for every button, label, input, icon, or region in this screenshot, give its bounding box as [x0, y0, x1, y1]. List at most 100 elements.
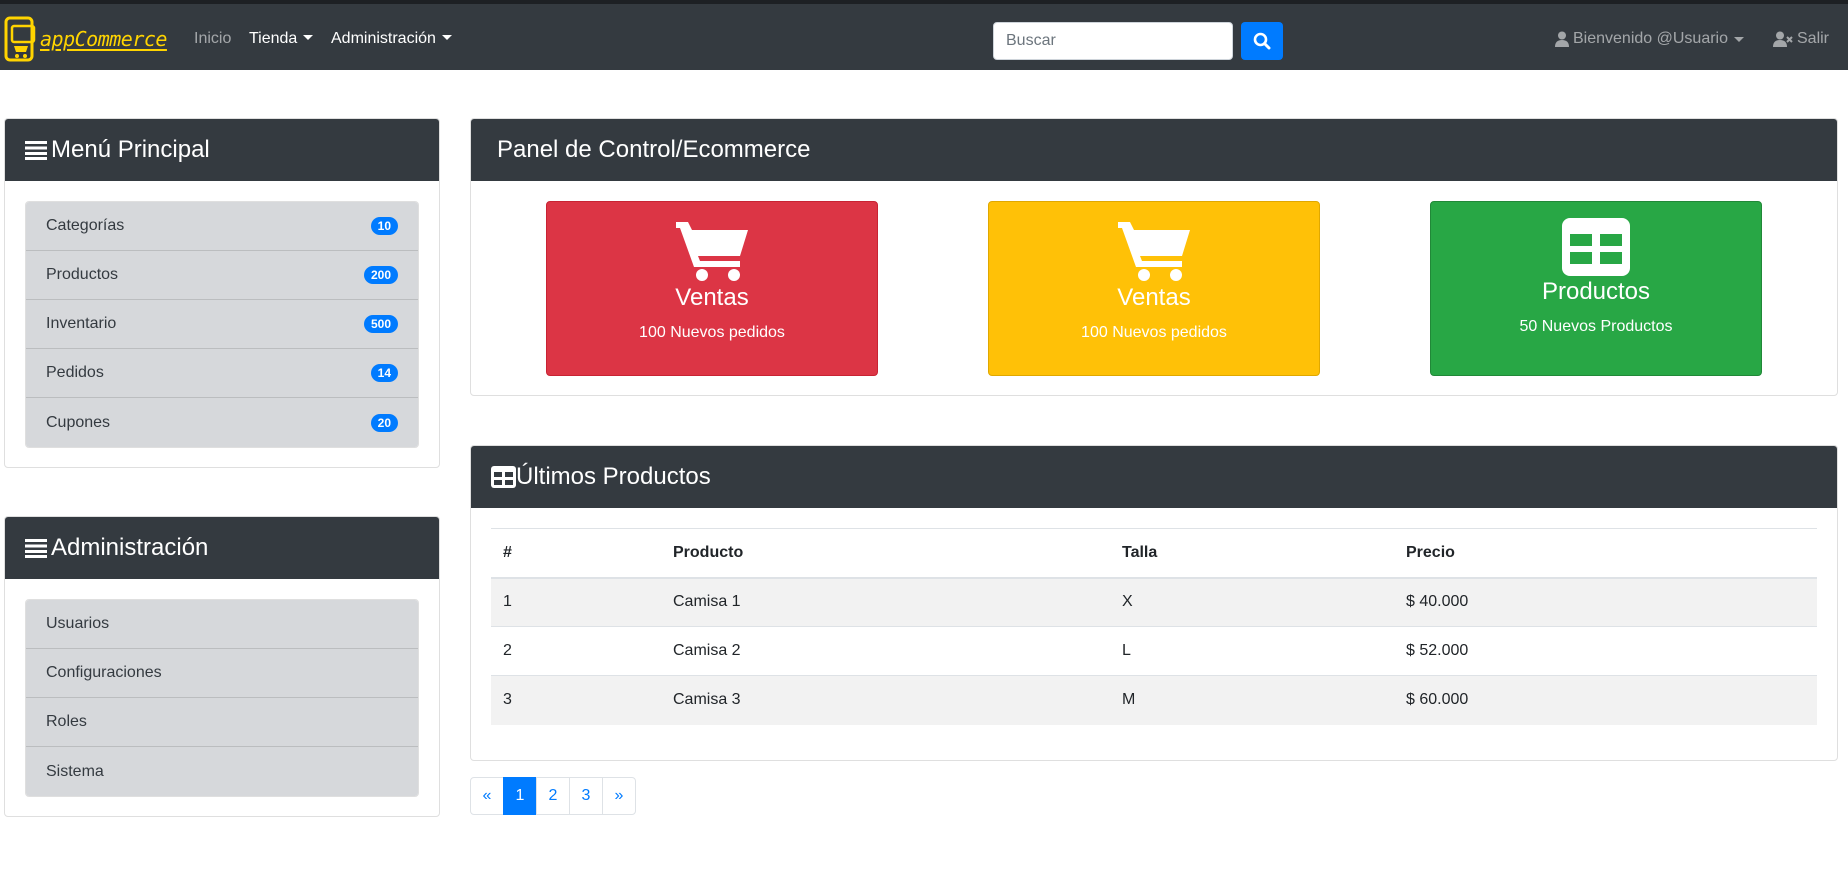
table-icon [491, 466, 516, 488]
cell-index: 3 [491, 675, 661, 725]
search-input[interactable] [993, 22, 1233, 60]
admin-item-label: Configuraciones [46, 664, 162, 681]
search-button[interactable] [1241, 22, 1283, 60]
menu-item-label: Cupones [46, 413, 111, 431]
panel-control-header: Panel de Control/Ecommerce [471, 119, 1837, 181]
cell-precio: $ 52.000 [1394, 626, 1817, 676]
table-header-row: # Producto Talla Precio [491, 528, 1817, 579]
pagination-page-3[interactable]: 3 [569, 777, 603, 815]
navbar: appCommerce Inicio Tienda Administración… [0, 4, 1848, 70]
table-row: 2 Camisa 2 L $ 52.000 [491, 626, 1817, 676]
ultimos-productos-card: Últimos Productos # Producto Talla Preci… [470, 445, 1838, 761]
menu-item-inventario[interactable]: Inventario 500 [26, 300, 418, 349]
menu-principal-list: Categorías 10 Productos 200 Inventario 500 … [25, 201, 419, 448]
count-badge: 14 [370, 364, 398, 382]
user-times-icon [1773, 31, 1793, 47]
ultimos-productos-header: Últimos Productos [471, 446, 1837, 508]
user-menu-dropdown[interactable]: Bienvenido @Usuario [1555, 30, 1744, 48]
phone-cart-logo-icon [4, 16, 36, 62]
cart-icon [1118, 222, 1190, 281]
administracion-card: Administración Usuarios Configuraciones … [4, 516, 440, 817]
cell-producto: Camisa 3 [661, 675, 1110, 725]
column-header: Talla [1110, 528, 1394, 579]
panel-control-title: Panel de Control/Ecommerce [497, 136, 811, 163]
search-icon [1253, 32, 1271, 50]
list-icon [25, 539, 47, 558]
productos-tile[interactable]: Productos 50 Nuevos Productos [1430, 201, 1762, 376]
administracion-list: Usuarios Configuraciones Roles Sistema [25, 599, 419, 797]
pagination-next[interactable]: » [602, 777, 636, 815]
admin-item-usuarios[interactable]: Usuarios [26, 600, 418, 649]
pagination-page-1[interactable]: 1 [503, 777, 537, 815]
tile-subtitle: 50 Nuevos Productos [1519, 318, 1673, 335]
menu-principal-header: Menú Principal [5, 119, 439, 181]
products-table: # Producto Talla Precio 1 Camisa 1 X $ 4… [491, 528, 1817, 725]
tile-title: Ventas [1117, 284, 1191, 311]
column-header: Precio [1394, 528, 1817, 579]
administracion-title: Administración [51, 534, 209, 561]
user-icon [1555, 31, 1569, 47]
menu-item-label: Categorías [46, 217, 125, 234]
cell-index: 1 [491, 577, 661, 627]
nav-administracion-dropdown[interactable]: Administración [331, 30, 452, 48]
brand-logo-link[interactable]: appCommerce [4, 16, 167, 62]
nav-administracion-label: Administración [331, 30, 436, 47]
menu-principal-card: Menú Principal Categorías 10 Productos 200… [4, 118, 440, 468]
cell-precio: $ 60.000 [1394, 675, 1817, 725]
ventas-tile-2[interactable]: Ventas 100 Nuevos pedidos [988, 201, 1320, 376]
count-badge: 500 [363, 315, 398, 333]
nav-tienda-label: Tienda [249, 30, 298, 47]
tile-title: Productos [1541, 278, 1651, 305]
cell-precio: $ 40.000 [1394, 577, 1817, 627]
cell-talla: M [1110, 675, 1394, 725]
cell-producto: Camisa 1 [661, 577, 1110, 627]
admin-item-label: Roles [46, 713, 87, 730]
cell-producto: Camisa 2 [661, 626, 1110, 676]
caret-down-icon [1734, 36, 1744, 42]
admin-item-label: Sistema [46, 762, 104, 780]
logout-link[interactable]: Salir [1773, 30, 1829, 48]
nav-inicio[interactable]: Inicio [194, 30, 231, 48]
pagination-page-2[interactable]: 2 [536, 777, 570, 815]
cell-talla: L [1110, 626, 1394, 676]
menu-item-label: Inventario [46, 315, 117, 332]
table-row: 3 Camisa 3 M $ 60.000 [491, 675, 1817, 725]
welcome-label: Bienvenido @Usuario [1573, 30, 1728, 47]
menu-item-cupones[interactable]: Cupones 20 [26, 398, 418, 447]
cell-index: 2 [491, 626, 661, 676]
admin-item-configuraciones[interactable]: Configuraciones [26, 649, 418, 698]
caret-down-icon [303, 35, 314, 40]
pagination: « 1 2 3 » [470, 777, 636, 815]
tile-subtitle: 100 Nuevos pedidos [639, 324, 785, 341]
list-icon [25, 141, 47, 160]
ventas-tile[interactable]: Ventas 100 Nuevos pedidos [546, 201, 878, 376]
menu-principal-title: Menú Principal [51, 136, 210, 163]
table-row: 1 Camisa 1 X $ 40.000 [491, 577, 1817, 627]
caret-down-icon [441, 35, 452, 40]
admin-item-roles[interactable]: Roles [26, 698, 418, 747]
cart-icon [676, 222, 748, 281]
column-header: # [491, 528, 661, 579]
brand-name: appCommerce [40, 27, 167, 51]
ultimos-productos-title: Últimos Productos [516, 463, 711, 490]
menu-item-productos[interactable]: Productos 200 [26, 251, 418, 300]
tile-title: Ventas [675, 284, 749, 311]
count-badge: 20 [370, 413, 398, 432]
column-header: Producto [661, 528, 1110, 579]
panel-control-card: Panel de Control/Ecommerce Ventas 100 Nu… [470, 118, 1838, 396]
menu-item-label: Pedidos [46, 364, 104, 381]
menu-item-pedidos[interactable]: Pedidos 14 [26, 349, 418, 398]
menu-item-categorias[interactable]: Categorías 10 [26, 202, 418, 251]
logout-label: Salir [1797, 30, 1830, 47]
menu-item-label: Productos [46, 266, 119, 283]
admin-item-sistema[interactable]: Sistema [26, 747, 418, 796]
count-badge: 10 [370, 217, 398, 235]
count-badge: 200 [363, 266, 398, 284]
administracion-header: Administración [5, 517, 439, 579]
tile-subtitle: 100 Nuevos pedidos [1081, 324, 1227, 341]
cell-talla: X [1110, 577, 1394, 627]
pagination-prev[interactable]: « [470, 777, 504, 815]
table-icon [1562, 218, 1630, 276]
admin-item-label: Usuarios [46, 615, 110, 632]
nav-tienda-dropdown[interactable]: Tienda [249, 30, 314, 48]
